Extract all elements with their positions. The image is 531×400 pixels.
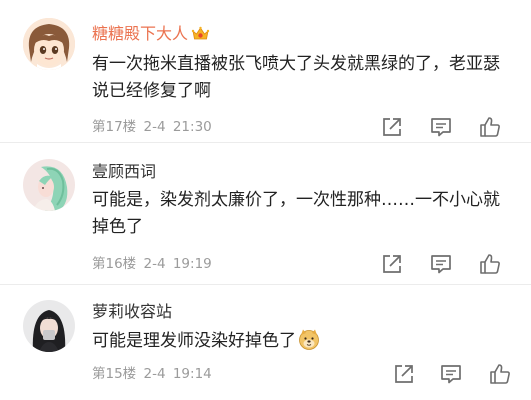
comment-text-content: 可能是理发师没染好掉色了 (92, 331, 296, 351)
doge-emoji-icon (298, 328, 320, 359)
thumbs-up-icon (490, 364, 510, 384)
avatar[interactable] (23, 18, 75, 70)
share-button[interactable] (379, 114, 405, 140)
like-button[interactable] (487, 361, 513, 387)
comment-icon (431, 255, 451, 274)
share-button[interactable] (391, 361, 417, 387)
comment-meta: 第17楼 2-4 21:30 (92, 118, 212, 136)
comment-meta: 第16楼 2-4 19:19 (92, 255, 212, 273)
comment-time: 19:14 (172, 366, 212, 382)
share-icon (395, 365, 413, 383)
comment-icon (441, 365, 461, 384)
floor-number: 第17楼 (92, 119, 137, 135)
vip-crown-badge-icon (191, 25, 210, 47)
username-text[interactable]: 糖糖殿下大人 (92, 24, 188, 43)
comment-time: 19:19 (172, 256, 212, 272)
share-icon (383, 255, 401, 273)
comment-button[interactable] (428, 251, 454, 277)
comment-icon (431, 118, 451, 137)
comment-date: 2-4 (143, 366, 166, 382)
comment-date: 2-4 (143, 119, 166, 135)
username-text[interactable]: 壹顾西词 (92, 162, 156, 181)
like-button[interactable] (477, 114, 503, 140)
green-hair-girl-avatar-icon (23, 159, 75, 211)
comment-button[interactable] (438, 361, 464, 387)
floor-number: 第15楼 (92, 366, 137, 382)
comment-item: 壹顾西词 可能是，染发剂太廉价了，一次性那种……一不小心就掉色了 第16楼 2-… (0, 143, 531, 285)
comment-time: 21:30 (172, 119, 212, 135)
avatar[interactable] (23, 159, 75, 211)
anime-girl-avatar-icon (23, 18, 75, 70)
comment-date: 2-4 (143, 256, 166, 272)
floor-number: 第16楼 (92, 256, 137, 272)
comment-text: 可能是，染发剂太廉价了，一次性那种……一不小心就掉色了 (92, 190, 500, 237)
username[interactable]: 壹顾西词 (92, 162, 156, 182)
like-button[interactable] (477, 251, 503, 277)
username-text[interactable]: 萝莉收容站 (92, 302, 172, 321)
thumbs-up-icon (480, 254, 500, 274)
comment-item: 糖糖殿下大人 有一次拖米直播被张飞喷大了头发就黑绿的了，老亚瑟说已经修复了啊 第… (0, 0, 531, 143)
comment-text: 有一次拖米直播被张飞喷大了头发就黑绿的了，老亚瑟说已经修复了啊 (92, 54, 500, 101)
comment-meta: 第15楼 2-4 19:14 (92, 365, 212, 383)
comment-text: 可能是理发师没染好掉色了 (92, 328, 512, 359)
comment-button[interactable] (428, 114, 454, 140)
username[interactable]: 糖糖殿下大人 (92, 24, 210, 47)
share-button[interactable] (379, 251, 405, 277)
avatar[interactable] (23, 300, 75, 352)
dark-hair-photo-avatar-icon (23, 300, 75, 352)
username[interactable]: 萝莉收容站 (92, 302, 172, 322)
comment-item: 萝莉收容站 可能是理发师没染好掉色了 第15楼 2-4 19:14 (0, 285, 531, 400)
share-icon (383, 118, 401, 136)
thumbs-up-icon (480, 117, 500, 137)
